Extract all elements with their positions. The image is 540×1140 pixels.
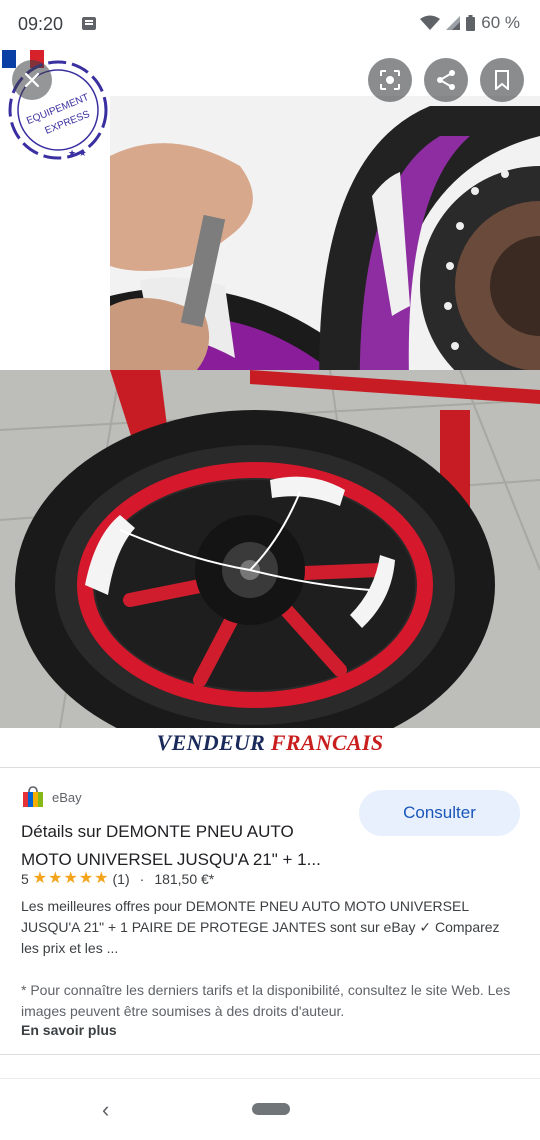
product-photo-bottom <box>0 370 540 728</box>
home-pill[interactable] <box>252 1103 290 1115</box>
status-indicators: 60 % <box>420 13 520 33</box>
share-icon <box>437 70 455 90</box>
learn-more-link[interactable]: En savoir plus <box>21 1022 117 1038</box>
copyright-disclaimer: * Pour connaître les derniers tarifs et … <box>21 982 511 1019</box>
image-viewer[interactable]: EQUIPEMENT EXPRESS ★ ★ VENDEUR FRANCAIS <box>0 48 540 760</box>
star-icon: ★ <box>78 870 94 887</box>
consulter-button[interactable]: Consulter <box>359 790 520 836</box>
close-button[interactable] <box>12 60 52 100</box>
lens-button[interactable] <box>368 58 412 102</box>
rating-row: 5 ★ ★ ★ ★ ★ (1) · 181,50 €* <box>21 871 215 888</box>
battery-percent: 60 % <box>481 13 520 32</box>
bookmark-icon <box>495 70 509 90</box>
banner-vendeur-text: VENDEUR <box>156 730 266 755</box>
star-icon: ★ <box>63 870 78 887</box>
separator-dot: · <box>139 871 145 887</box>
vendeur-francais-banner: VENDEUR FRANCAIS <box>0 730 540 760</box>
share-button[interactable] <box>424 58 468 102</box>
rating-stars: ★ ★ ★ ★ ★ <box>33 871 109 887</box>
close-icon <box>24 72 40 88</box>
divider <box>0 767 540 768</box>
star-icon: ★ <box>32 870 48 887</box>
rating-count: (1) <box>112 871 130 887</box>
source-name[interactable]: eBay <box>52 790 82 805</box>
banner-francais-text: FRANCAIS <box>270 730 384 755</box>
svg-text:★ ★: ★ ★ <box>68 148 87 158</box>
status-time: 09:20 <box>18 14 64 34</box>
price: 181,50 €* <box>154 871 215 887</box>
result-description: Les meilleures offres pour DEMONTE PNEU … <box>21 898 500 956</box>
star-icon: ★ <box>48 870 63 887</box>
product-photo-top <box>110 96 540 406</box>
signal-icon <box>446 16 461 30</box>
back-icon[interactable]: ‹ <box>102 1097 109 1123</box>
ebay-bag-icon <box>23 786 43 807</box>
battery-icon <box>466 15 476 31</box>
status-bar: 09:20 60 % <box>0 0 540 48</box>
wifi-icon <box>420 15 441 30</box>
star-icon: ★ <box>94 870 109 887</box>
result-title[interactable]: Détails sur DEMONTE PNEU AUTO MOTO UNIVE… <box>21 818 341 874</box>
divider <box>0 1054 540 1055</box>
lens-icon <box>380 70 400 90</box>
rating-value: 5 <box>21 871 29 887</box>
divider <box>0 1078 540 1079</box>
save-button[interactable] <box>480 58 524 102</box>
message-icon <box>82 17 96 30</box>
